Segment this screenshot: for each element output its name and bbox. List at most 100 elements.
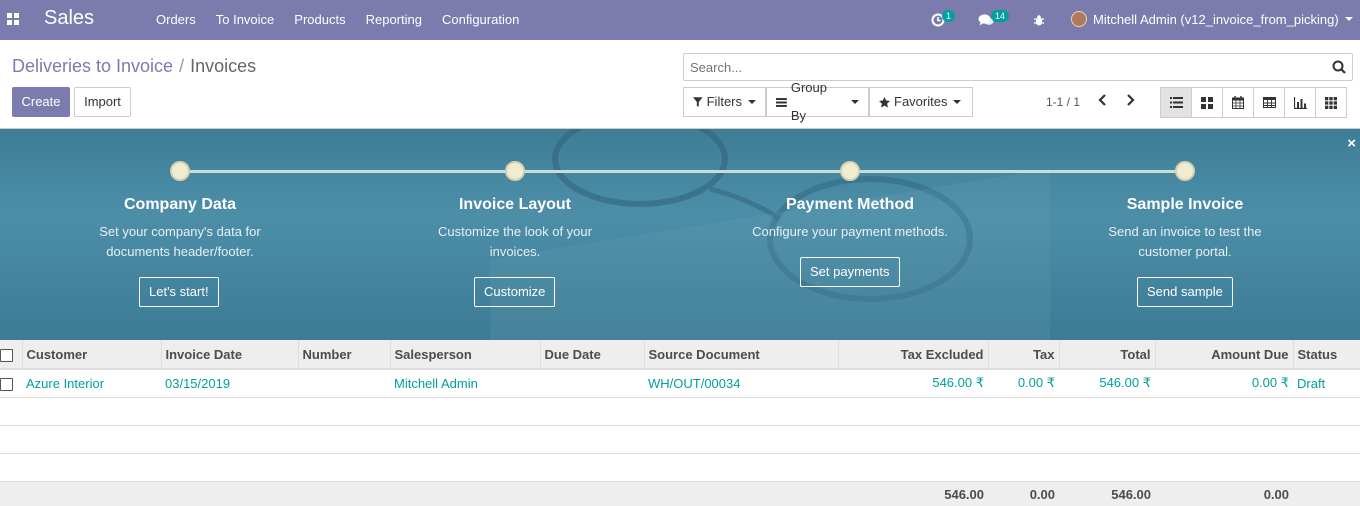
list-view-icon — [1169, 97, 1183, 108]
apps-menu-icon[interactable] — [7, 13, 19, 25]
cell-tax[interactable]: 0.00 ₹ — [988, 369, 1059, 398]
menu-configuration[interactable]: Configuration — [432, 0, 529, 40]
app-brand[interactable]: Sales — [44, 7, 94, 30]
pivot-view-button[interactable] — [1253, 87, 1285, 118]
chevron-down-icon — [851, 100, 859, 104]
col-customer[interactable]: Customer — [21, 340, 161, 370]
col-due-date[interactable]: Due Date — [539, 340, 644, 370]
bug-icon — [1034, 14, 1044, 25]
step-title: Company Data — [123, 196, 237, 213]
import-button[interactable]: Import — [74, 87, 131, 117]
filter-icon — [693, 97, 703, 107]
cell-total[interactable]: 546.00 ₹ — [1059, 369, 1155, 398]
customize-button[interactable]: Customize — [474, 277, 556, 307]
bar-chart-icon — [1293, 96, 1307, 109]
chevron-down-icon — [953, 100, 962, 104]
empty-row — [0, 453, 1360, 482]
chevron-right-icon[interactable] — [1124, 93, 1136, 107]
total-tax-excluded: 546.00 — [838, 480, 988, 506]
col-tax-excluded[interactable]: Tax Excluded — [837, 340, 988, 370]
cell-number[interactable] — [298, 369, 390, 398]
step-title: Invoice Layout — [458, 196, 572, 213]
menu-products[interactable]: Products — [284, 0, 355, 40]
search-input[interactable] — [684, 54, 1304, 80]
invoice-onboarding-banner: × Company Data Set your company's data f… — [0, 129, 1360, 340]
send-sample-button[interactable]: Send sample — [1137, 277, 1233, 307]
cell-status[interactable]: Draft — [1293, 369, 1360, 398]
create-button[interactable]: Create — [12, 87, 70, 117]
progress-line — [180, 170, 1185, 173]
filters-dropdown[interactable]: Filters — [683, 87, 766, 117]
cell-amount-due[interactable]: 0.00 ₹ — [1155, 369, 1293, 398]
avatar — [1071, 11, 1087, 27]
cell-source-document[interactable]: WH/OUT/00034 — [644, 369, 838, 398]
group-by-dropdown[interactable]: Group By — [766, 80, 869, 123]
col-source-document[interactable]: Source Document — [643, 340, 838, 370]
step-dot — [840, 161, 860, 181]
menu-orders[interactable]: Orders — [146, 0, 206, 40]
calendar-view-icon — [1232, 96, 1244, 109]
empty-row — [0, 397, 1360, 426]
cell-due-date[interactable] — [540, 369, 644, 398]
step-description: Set your company's data for documents he… — [99, 224, 261, 259]
user-menu[interactable]: Mitchell Admin (v12_invoice_from_picking… — [1071, 11, 1353, 27]
step-dot — [170, 161, 190, 181]
lets-start-button[interactable]: Let's start! — [139, 277, 219, 307]
search-bar — [683, 53, 1353, 81]
activity-menu[interactable]: 1 — [931, 0, 956, 40]
messaging-menu[interactable]: 14 — [978, 0, 1010, 40]
step-dot — [505, 161, 525, 181]
col-amount-due[interactable]: Amount Due — [1154, 340, 1293, 370]
activity-badge: 1 — [942, 10, 956, 22]
cell-invoice-date[interactable]: 03/15/2019 — [161, 369, 298, 398]
step-description: Customize the look of your invoices. — [438, 224, 592, 259]
pivot-table-icon — [1262, 97, 1276, 108]
col-number[interactable]: Number — [297, 340, 390, 370]
debug-menu[interactable] — [1033, 0, 1045, 40]
list-lines-icon — [776, 97, 787, 107]
favorites-dropdown[interactable]: Favorites — [869, 87, 973, 117]
cell-tax-excluded[interactable]: 546.00 ₹ — [838, 369, 988, 398]
col-salesperson[interactable]: Salesperson — [389, 340, 540, 370]
total-amount-due: 0.00 — [1155, 480, 1293, 506]
list-view-button[interactable] — [1160, 87, 1192, 118]
col-total[interactable]: Total — [1058, 340, 1155, 370]
row-checkbox[interactable] — [0, 377, 13, 391]
select-all-checkbox[interactable] — [0, 348, 13, 362]
main-menu: Orders To Invoice Products Reporting Con… — [146, 0, 529, 40]
table-row[interactable]: Azure Interior 03/15/2019 Mitchell Admin… — [0, 369, 1360, 398]
set-payments-button[interactable]: Set payments — [800, 257, 900, 287]
pager-value[interactable]: 1-1 / 1 — [1046, 95, 1080, 109]
row-select-cell — [0, 369, 22, 398]
grid-view-icon — [1325, 96, 1337, 109]
chevron-down-icon — [748, 100, 756, 104]
top-navbar: Sales Orders To Invoice Products Reporti… — [0, 0, 1360, 40]
cell-customer[interactable]: Azure Interior — [22, 369, 161, 398]
calendar-view-button[interactable] — [1222, 87, 1254, 118]
graph-view-button[interactable] — [1284, 87, 1316, 118]
control-panel: Deliveries to Invoice / Invoices Create Im… — [0, 40, 1360, 129]
total-tax: 0.00 — [988, 480, 1059, 506]
favorites-label: Favorites — [894, 94, 948, 109]
search-icon[interactable] — [1332, 60, 1346, 74]
col-tax[interactable]: Tax — [987, 340, 1059, 370]
step-description: Send an invoice to test the customer por… — [1108, 224, 1262, 259]
col-invoice-date[interactable]: Invoice Date — [160, 340, 298, 370]
invoice-list-table: Customer Invoice Date Number Salesperson… — [0, 340, 1360, 506]
select-all-cell — [0, 340, 22, 370]
grid-view-button[interactable] — [1315, 87, 1347, 118]
close-icon[interactable]: × — [1347, 135, 1356, 152]
step-title: Sample Invoice — [1126, 196, 1244, 213]
step-description: Configure your payment methods. — [752, 224, 948, 239]
menu-reporting[interactable]: Reporting — [356, 0, 432, 40]
chevron-left-icon[interactable] — [1097, 93, 1109, 107]
col-status[interactable]: Status — [1292, 340, 1360, 370]
breadcrumb-parent[interactable]: Deliveries to Invoice — [12, 56, 173, 76]
group-by-label: Group By — [790, 80, 827, 123]
step-title: Payment Method — [785, 196, 914, 213]
kanban-view-button[interactable] — [1191, 87, 1223, 118]
menu-to-invoice[interactable]: To Invoice — [206, 0, 285, 40]
cell-salesperson[interactable]: Mitchell Admin — [390, 369, 540, 398]
table-header-row: Customer Invoice Date Number Salesperson… — [0, 340, 1360, 370]
messages-badge: 14 — [991, 10, 1010, 22]
